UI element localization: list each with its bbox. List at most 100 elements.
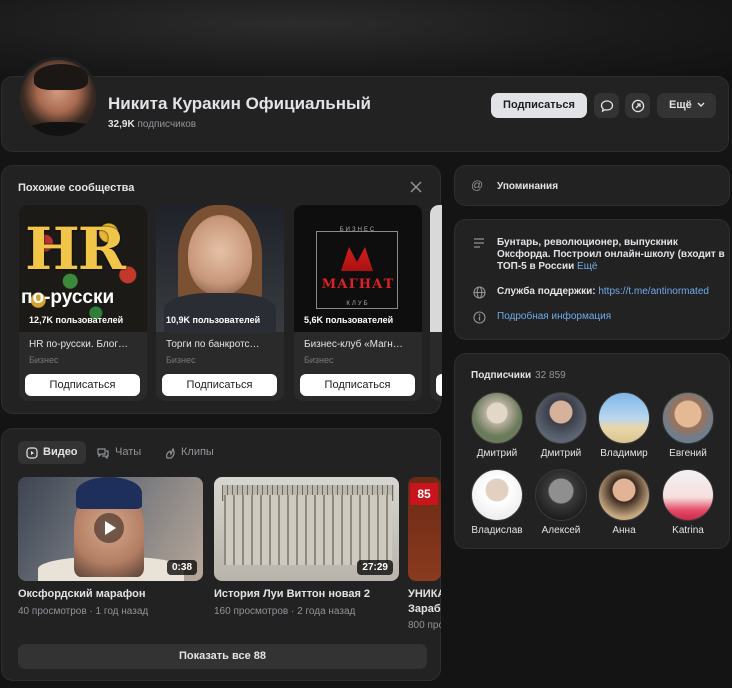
community-subscribe-button[interactable]: Подписаться [300,374,415,396]
video-meta: 40 просмотров · 1 год назад [18,606,149,617]
subscriber-item[interactable]: Анна [592,469,656,536]
community-category: Бизнес [166,355,196,365]
video-thumbnail[interactable]: 0:38 [18,477,203,581]
chevron-down-icon [697,102,705,107]
community-users: 10,9K пользователей [166,315,261,325]
cover-image [0,0,732,80]
community-category: Бизнес [304,355,334,365]
subscriber-name: Владимир [600,448,648,459]
profile-header: Никита Куракин Официальный 32,9K подписч… [1,57,729,152]
video-title[interactable]: История Луи Виттон новая 2 [214,588,370,600]
subscribers-card: Подписчики 32 859 Дмитрий Дмитрий Владими… [454,353,730,549]
community-card[interactable]: 10,9K пользователей Торги по банкротс… Б… [156,205,284,401]
tab-clips[interactable]: Клипы [156,441,222,464]
community-name[interactable]: Бизнес-клуб «Магн… [304,339,416,350]
avatar [662,392,714,444]
message-icon [600,99,613,112]
subscriber-name: Анна [612,525,636,536]
subscribers-count: 32 859 [535,370,566,381]
video-meta: 160 просмотров · 2 года назад [214,606,356,617]
subscriber-name: Евгений [669,448,707,459]
page-title: Никита Куракин Официальный [108,94,371,113]
text-lines-icon [471,237,487,273]
similar-communities: Похожие сообщества HR по-русски 12,7K по… [1,165,442,414]
community-subscribe-button[interactable]: Подписаться [25,374,140,396]
video-title[interactable]: Оксфордский марафон [18,588,146,600]
tab-video-label: Видео [43,446,78,458]
subscriber-item[interactable]: Дмитрий [529,392,593,459]
subscriber-count-label: подписчиков [137,119,197,130]
clips-icon [165,447,175,459]
video-title-line2: Заработ [408,603,441,615]
video-thumbnail[interactable]: 85 [408,477,441,581]
at-icon: @ [471,178,484,192]
share-icon [631,99,644,112]
play-icon[interactable] [94,513,124,543]
tab-video[interactable]: Видео [18,441,86,464]
support-link[interactable]: https://t.me/antinormated [598,286,709,297]
avatar [535,469,587,521]
subscriber-item[interactable]: Алексей [529,469,593,536]
more-label: Ещё [669,99,692,111]
tab-chats[interactable]: Чаты [88,441,149,464]
video-duration: 27:29 [357,560,393,575]
chat-icon [97,447,109,459]
community-name[interactable]: HR по-русски. Блог… [29,339,141,350]
avatar [535,392,587,444]
avatar [598,392,650,444]
avatar [471,392,523,444]
community-name[interactable]: Торги по банкротс… [166,339,278,350]
community-card[interactable]: БИЗНЕС МАГНАТ КЛУБ 5,6K пользователей Би… [294,205,422,401]
subscriber-name: Алексей [541,525,581,536]
support-label: Служба поддержки: [497,286,596,297]
description-text: Бунтарь, революционер, выпускник Оксфорд… [497,237,725,272]
avatar [471,469,523,521]
avatar[interactable] [17,57,99,139]
message-button[interactable] [594,93,619,118]
close-icon[interactable] [410,181,422,193]
details-row[interactable]: Подробная информация [471,311,611,327]
subscriber-item[interactable]: Владислав [465,469,529,536]
subscriber-name: Дмитрий [476,448,518,459]
details-link[interactable]: Подробная информация [497,311,611,322]
info-card: Бунтарь, революционер, выпускник Оксфорд… [454,219,730,340]
subscriber-item[interactable]: Дмитрий [465,392,529,459]
subscriber-count[interactable]: 32,9K подписчиков [108,119,196,130]
community-users: 12,7K пользователей [29,315,124,325]
video-card-partial[interactable]: 85 УНИКАЛЬНЫЙ Заработ 800 про [408,477,441,637]
subscriber-item[interactable]: Евгений [656,392,720,459]
more-button[interactable]: Ещё [657,93,716,118]
mentions-label: Упоминания [497,181,559,192]
subscribe-button[interactable]: Подписаться [491,93,587,118]
show-all-videos-button[interactable]: Показать все 88 [18,644,427,669]
subscribers-title: Подписчики [471,370,532,381]
community-category: Бизнес [29,355,59,365]
subscribers-header[interactable]: Подписчики 32 859 [471,370,566,381]
community-subscribe-button[interactable]: Подписаться [162,374,277,396]
mentions-card[interactable]: @ Упоминания [454,165,730,206]
video-meta: 800 про [408,620,441,631]
videos-section: Видео Чаты Клипы 0:38 Оксфордский марафо… [1,428,441,681]
video-duration: 0:38 [166,560,197,575]
community-card-partial[interactable] [430,205,442,401]
tab-clips-label: Клипы [181,446,214,458]
avatar [662,469,714,521]
subscriber-item[interactable]: Владимир [592,392,656,459]
globe-icon [471,286,487,302]
description-more-link[interactable]: Ещё [577,261,597,272]
description-row: Бунтарь, революционер, выпускник Оксфорд… [471,237,729,273]
community-image: БИЗНЕС МАГНАТ КЛУБ [294,205,422,332]
community-card[interactable]: HR по-русски 12,7K пользователей HR по-р… [19,205,147,401]
subscriber-name: Дмитрий [540,448,582,459]
support-row: Служба поддержки: https://t.me/antinorma… [471,286,709,302]
share-button[interactable] [625,93,650,118]
info-icon [471,311,487,327]
video-title[interactable]: УНИКАЛЬНЫЙ [408,588,441,600]
video-thumbnail[interactable]: 27:29 [214,477,399,581]
similar-title: Похожие сообщества [18,182,135,194]
video-icon [26,446,38,459]
tab-chats-label: Чаты [115,446,142,458]
subscriber-item[interactable]: Katrina [656,469,720,536]
community-image: HR по-русски [19,205,147,332]
community-image [156,205,284,333]
